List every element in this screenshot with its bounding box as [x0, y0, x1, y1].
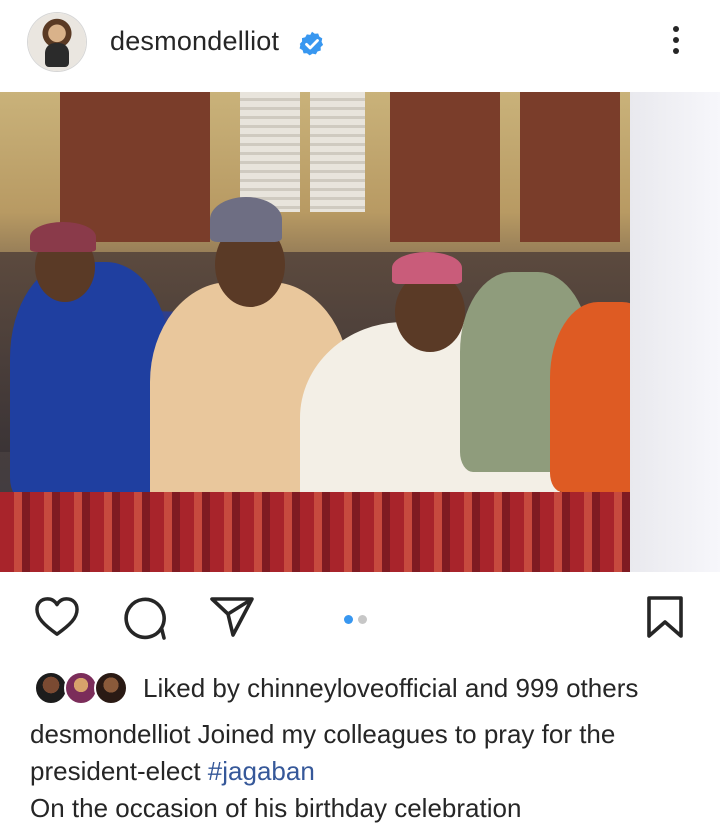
likes-text: Liked by chinneyloveofficial and 999 oth…	[143, 673, 638, 704]
caption-username[interactable]: desmondelliot	[30, 719, 190, 749]
post-username[interactable]: desmondelliot	[110, 26, 279, 57]
comment-icon[interactable]	[121, 595, 167, 641]
likes-others-link[interactable]: 999 others	[515, 673, 638, 703]
liker-avatar[interactable]	[34, 671, 68, 705]
head	[395, 272, 465, 352]
cap	[392, 252, 462, 284]
cap	[30, 222, 96, 252]
likes-row: Liked by chinneyloveofficial and 999 oth…	[0, 665, 720, 709]
window-shutter-shape	[240, 92, 300, 212]
caption-line2-prefix: president-elect	[30, 756, 201, 786]
carousel-indicator	[344, 611, 372, 629]
window-shutter-shape	[310, 92, 365, 212]
caption-line1: Joined my colleagues to pray for the	[197, 719, 616, 749]
post-header: desmondelliot	[0, 0, 720, 90]
door-shape	[520, 92, 620, 242]
carousel-dot	[358, 615, 367, 624]
more-options-icon[interactable]	[664, 22, 688, 60]
likes-user-link[interactable]: chinneyloveofficial	[247, 673, 458, 703]
post-photo[interactable]	[0, 92, 720, 572]
profile-avatar[interactable]	[28, 13, 86, 71]
door-shape	[60, 92, 210, 242]
likes-prefix: Liked by	[143, 673, 240, 703]
door-shape	[390, 92, 500, 242]
hashtag-link[interactable]: #jagaban	[208, 756, 315, 786]
post-caption: desmondelliot Joined my colleagues to pr…	[30, 716, 700, 827]
verified-badge-icon	[299, 31, 324, 56]
man-in-blue	[10, 262, 170, 502]
liker-avatar[interactable]	[64, 671, 98, 705]
caption-line3: On the occasion of his birthday celebrat…	[30, 793, 522, 823]
send-icon[interactable]	[209, 596, 255, 638]
prayer-rug	[0, 492, 720, 572]
carousel-dot-active	[344, 615, 353, 624]
likes-and: and	[464, 673, 509, 703]
heart-icon[interactable]	[34, 596, 80, 638]
bookmark-icon[interactable]	[646, 595, 684, 639]
cap	[210, 197, 282, 242]
liker-avatar[interactable]	[94, 671, 128, 705]
white-cloth-foreground	[630, 92, 720, 572]
